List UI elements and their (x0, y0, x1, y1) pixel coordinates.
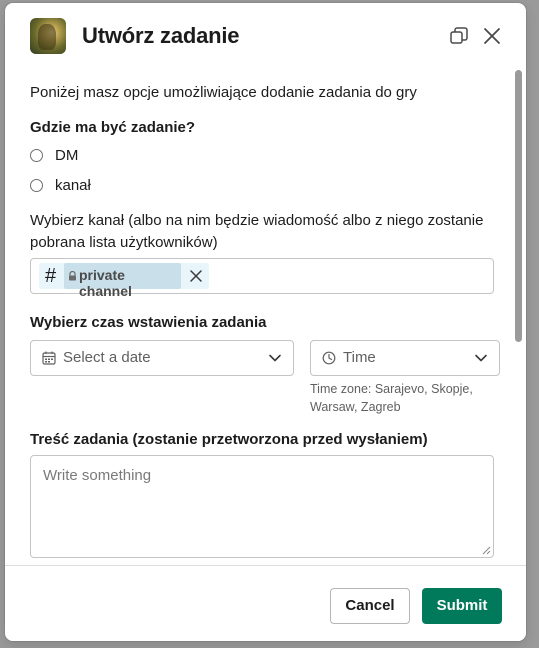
chevron-down-icon (475, 354, 487, 362)
task-content-input[interactable]: Write something (30, 455, 494, 558)
app-avatar (30, 18, 66, 54)
cancel-button[interactable]: Cancel (330, 588, 410, 624)
date-placeholder: Select a date (63, 349, 151, 366)
content-placeholder: Write something (43, 467, 152, 484)
radio-channel[interactable] (30, 179, 43, 192)
modal-title: Utwórz zadanie (82, 23, 240, 48)
channel-name-pill: private channel (64, 263, 181, 299)
timezone-line2: Warsaw, Zagreb (310, 400, 401, 414)
modal-header: Utwórz zadanie (5, 3, 526, 67)
clock-icon (322, 351, 336, 365)
remove-channel-icon[interactable] (189, 269, 203, 283)
radio-dm[interactable] (30, 149, 43, 162)
selected-channel-chip: # private channel (39, 263, 209, 299)
close-icon[interactable] (481, 25, 503, 47)
time-picker[interactable]: Time (310, 340, 500, 376)
channel-label-line2: pobrana lista użytkowników) (30, 234, 218, 251)
channel-select[interactable]: # private channel (30, 258, 494, 299)
lock-icon (69, 271, 76, 281)
content-label: Treść zadania (zostanie przetworzona prz… (30, 431, 428, 448)
channel-name: private channel (79, 267, 132, 299)
chevron-down-icon (269, 354, 281, 362)
schedule-label: Wybierz czas wstawienia zadania (30, 314, 267, 331)
timezone-line1: Time zone: Sarajevo, Skopje, (310, 382, 473, 396)
time-placeholder: Time (343, 349, 376, 366)
hash-icon: # (45, 265, 57, 287)
modal-body: Poniżej masz opcje umożliwiające dodanie… (5, 67, 526, 565)
submit-button[interactable]: Submit (422, 588, 502, 624)
scrollbar[interactable] (515, 70, 522, 342)
radio-dm-label[interactable]: DM (55, 147, 78, 164)
modal-footer: Cancel Submit (5, 565, 526, 641)
radio-channel-label[interactable]: kanał (55, 177, 91, 194)
open-in-window-icon[interactable] (448, 25, 470, 47)
channel-label-line1: Wybierz kanał (albo na nim będzie wiadom… (30, 212, 484, 229)
create-task-modal: Utwórz zadanie Poniżej masz opcje umożli… (5, 3, 526, 641)
location-label: Gdzie ma być zadanie? (30, 119, 196, 136)
date-picker[interactable]: Select a date (30, 340, 294, 376)
intro-text: Poniżej masz opcje umożliwiające dodanie… (30, 84, 417, 101)
calendar-icon (42, 351, 56, 365)
resize-handle-icon[interactable] (482, 546, 491, 555)
